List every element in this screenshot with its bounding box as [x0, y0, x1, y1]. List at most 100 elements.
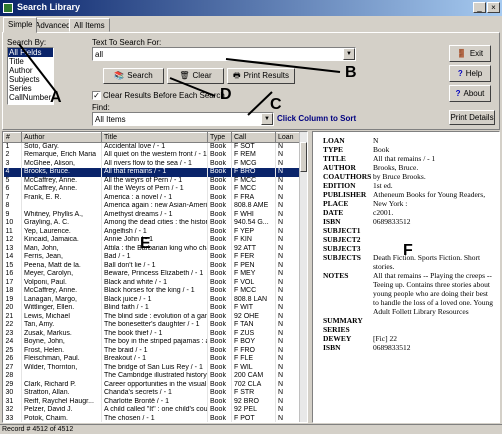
- column-header-loan[interactable]: Loan: [275, 132, 300, 143]
- table-row[interactable]: 2 Remarque, Erich Maria All quiet on the w…: [3, 151, 300, 160]
- table-row[interactable]: 28 The Cambridge illustrated history o...…: [3, 372, 300, 381]
- table-row[interactable]: 4 Brooks, Bruce. All that remains / - 1 Boo…: [3, 168, 300, 177]
- books-icon: 📚: [114, 71, 125, 80]
- table-row[interactable]: 20 Wittlinger, Ellen. Blind faith / - 1 Boo…: [3, 304, 300, 313]
- cell-title: America again : new Asian-Americ...: [101, 202, 208, 211]
- cell-type: Book: [207, 142, 232, 151]
- table-row[interactable]: 19 Lanagan, Margo, Black juice / - 1 Book 80…: [3, 295, 300, 304]
- cell-type: Book: [207, 176, 232, 185]
- column-header-call[interactable]: Call: [231, 132, 276, 143]
- search-button[interactable]: 📚 Search: [103, 68, 164, 84]
- detail-value: 0689833512: [373, 217, 411, 226]
- results-scrollbar[interactable]: [299, 132, 307, 422]
- table-row[interactable]: 14 Ferris, Jean, Bad / - 1 Book F FER N: [3, 253, 300, 262]
- search-field-option[interactable]: Author: [8, 66, 53, 75]
- table-row[interactable]: 6 McCaffrey, Anne. All the Weyrs of Pern /…: [3, 185, 300, 194]
- print-details-button[interactable]: Print Details: [449, 110, 495, 125]
- cell-call: F YEP: [231, 227, 276, 236]
- table-row[interactable]: 11 Yep, Laurence. Angelfish / - 1 Book F YEP…: [3, 227, 300, 236]
- table-row[interactable]: 18 McCaffrey, Anne. Black horses for the k…: [3, 287, 300, 296]
- search-text-combo[interactable]: all ▼: [92, 47, 356, 61]
- results-header-row: # Author Title Type Call Loan: [3, 132, 300, 143]
- search-field-option[interactable]: Title: [8, 57, 53, 66]
- table-row[interactable]: 3 McGhee, Alison, All rivers flow to the s…: [3, 159, 300, 168]
- minimize-button[interactable]: _: [473, 2, 486, 13]
- table-row[interactable]: 33 Potok, Chaim. The chosen / - 1 Book F POT…: [3, 414, 300, 422]
- cell-call: F FER: [231, 253, 276, 262]
- cell-call: F STR: [231, 389, 276, 398]
- cell-author: McCaffrey, Anne.: [21, 185, 102, 194]
- table-row[interactable]: 22 Tan, Amy. The bonesetter's daughter / -…: [3, 321, 300, 330]
- cell-type: Book: [207, 253, 232, 262]
- table-row[interactable]: 9 Whitney, Phyllis A., Amethyst dreams / -…: [3, 210, 300, 219]
- cell-number: 15: [3, 261, 22, 270]
- table-row[interactable]: 15 Peena, Matt de la. Ball don't lie / - 1…: [3, 261, 300, 270]
- detail-key: ISBN: [323, 343, 341, 352]
- table-row[interactable]: 16 Meyer, Carolyn, Beware, Princess Elizab…: [3, 270, 300, 279]
- table-row[interactable]: 29 Clark, Richard P. Career opportunities …: [3, 380, 300, 389]
- clear-results-checkbox[interactable]: ✓: [92, 91, 101, 100]
- table-row[interactable]: 7 Frank, E. R. America : a novel / - 1 Book…: [3, 193, 300, 202]
- table-row[interactable]: 10 Grayling, A. C. Among the dead cities :…: [3, 219, 300, 228]
- search-field-option[interactable]: CallNumber: [8, 93, 53, 102]
- clear-button[interactable]: 🗑 Clear: [167, 68, 224, 84]
- cell-number: 31: [3, 397, 22, 406]
- help-button[interactable]: ? Help: [449, 65, 491, 82]
- cell-call: F FRA: [231, 193, 276, 202]
- table-row[interactable]: 8 America again : new Asian-Americ... Book…: [3, 202, 300, 211]
- cell-number: 12: [3, 236, 22, 245]
- cell-author: Ferris, Jean,: [21, 253, 102, 262]
- cell-author: Wilder, Thornton,: [21, 363, 102, 372]
- column-header-type[interactable]: Type: [207, 132, 232, 143]
- about-button[interactable]: ? About: [449, 85, 491, 102]
- cell-author: Tan, Amy.: [21, 321, 102, 330]
- cell-number: 1: [3, 142, 22, 151]
- tab-all-items[interactable]: All Items: [69, 18, 110, 32]
- cell-author: Grayling, A. C.: [21, 219, 102, 228]
- find-combo[interactable]: All Items ▼: [92, 112, 274, 126]
- table-row[interactable]: 24 Boyne, John, The boy in the striped paj…: [3, 338, 300, 347]
- cell-call: 940.54 G...: [231, 219, 276, 228]
- print-results-button[interactable]: 🖶 Print Results: [227, 68, 295, 84]
- cell-number: 16: [3, 270, 22, 279]
- table-row[interactable]: 27 Wilder, Thornton, The bridge of San Lui…: [3, 363, 300, 372]
- tab-simple[interactable]: Simple: [3, 17, 38, 33]
- cell-number: 32: [3, 406, 22, 415]
- column-header-number[interactable]: #: [3, 132, 22, 143]
- search-field-option[interactable]: Series: [8, 84, 53, 93]
- cell-loan: N: [275, 304, 300, 313]
- table-row[interactable]: 31 Reiff, Raychel Haugr... Charlotte Bront…: [3, 397, 300, 406]
- table-row[interactable]: 32 Pelzer, David J. A child called "It" : …: [3, 406, 300, 415]
- results-grid[interactable]: # Author Title Type Call Loan 1 Soto, Gar…: [2, 131, 308, 423]
- chevron-down-icon[interactable]: ▼: [343, 48, 355, 60]
- detail-value: 1st ed.: [373, 181, 393, 190]
- column-header-author[interactable]: Author: [21, 132, 102, 143]
- cell-number: 11: [3, 227, 22, 236]
- cell-title: The chosen / - 1: [101, 414, 208, 422]
- column-header-title[interactable]: Title: [101, 132, 208, 143]
- cell-type: Book: [207, 406, 232, 415]
- table-row[interactable]: 30 Stratton, Allan. Chanda's secrets / - 1…: [3, 389, 300, 398]
- table-row[interactable]: 12 Kincaid, Jamaica. Annie John / - 1 Book F…: [3, 236, 300, 245]
- search-field-option[interactable]: All Fields: [8, 48, 53, 57]
- app-icon: [3, 3, 13, 13]
- sort-hint: Click Column to Sort: [277, 114, 357, 123]
- cell-number: 7: [3, 193, 22, 202]
- chevron-down-icon[interactable]: ▼: [261, 113, 273, 125]
- table-row[interactable]: 26 Fleischman, Paul. Breakout / - 1 Book F F…: [3, 355, 300, 364]
- exit-button[interactable]: 🚪 Exit: [449, 45, 491, 62]
- table-row[interactable]: 25 Frost, Helen. The braid / - 1 Book F FRO N: [3, 346, 300, 355]
- table-row[interactable]: 21 Lewis, Michael The blind side : evoluti…: [3, 312, 300, 321]
- search-field-option[interactable]: Subjects: [8, 75, 53, 84]
- cell-title: The bridge of San Luis Rey / - 1: [101, 363, 208, 372]
- scrollbar-thumb[interactable]: [300, 142, 307, 172]
- cell-author: Kincaid, Jamaica.: [21, 236, 102, 245]
- detail-key: DEWEY: [323, 334, 352, 343]
- search-by-list[interactable]: All Fields Title Author Subjects Series …: [7, 47, 54, 105]
- table-row[interactable]: 13 Man, John, Attila : the Barbarian king …: [3, 244, 300, 253]
- table-row[interactable]: 5 McCaffrey, Anne. All the weyrs of Pern /…: [3, 176, 300, 185]
- table-row[interactable]: 23 Zusak, Markus. The book thief / - 1 Book…: [3, 329, 300, 338]
- table-row[interactable]: 17 Volponi, Paul. Black and white / - 1 Boo…: [3, 278, 300, 287]
- close-button[interactable]: ×: [487, 2, 500, 13]
- table-row[interactable]: 1 Soto, Gary. Accidental love / - 1 Book F S…: [3, 142, 300, 151]
